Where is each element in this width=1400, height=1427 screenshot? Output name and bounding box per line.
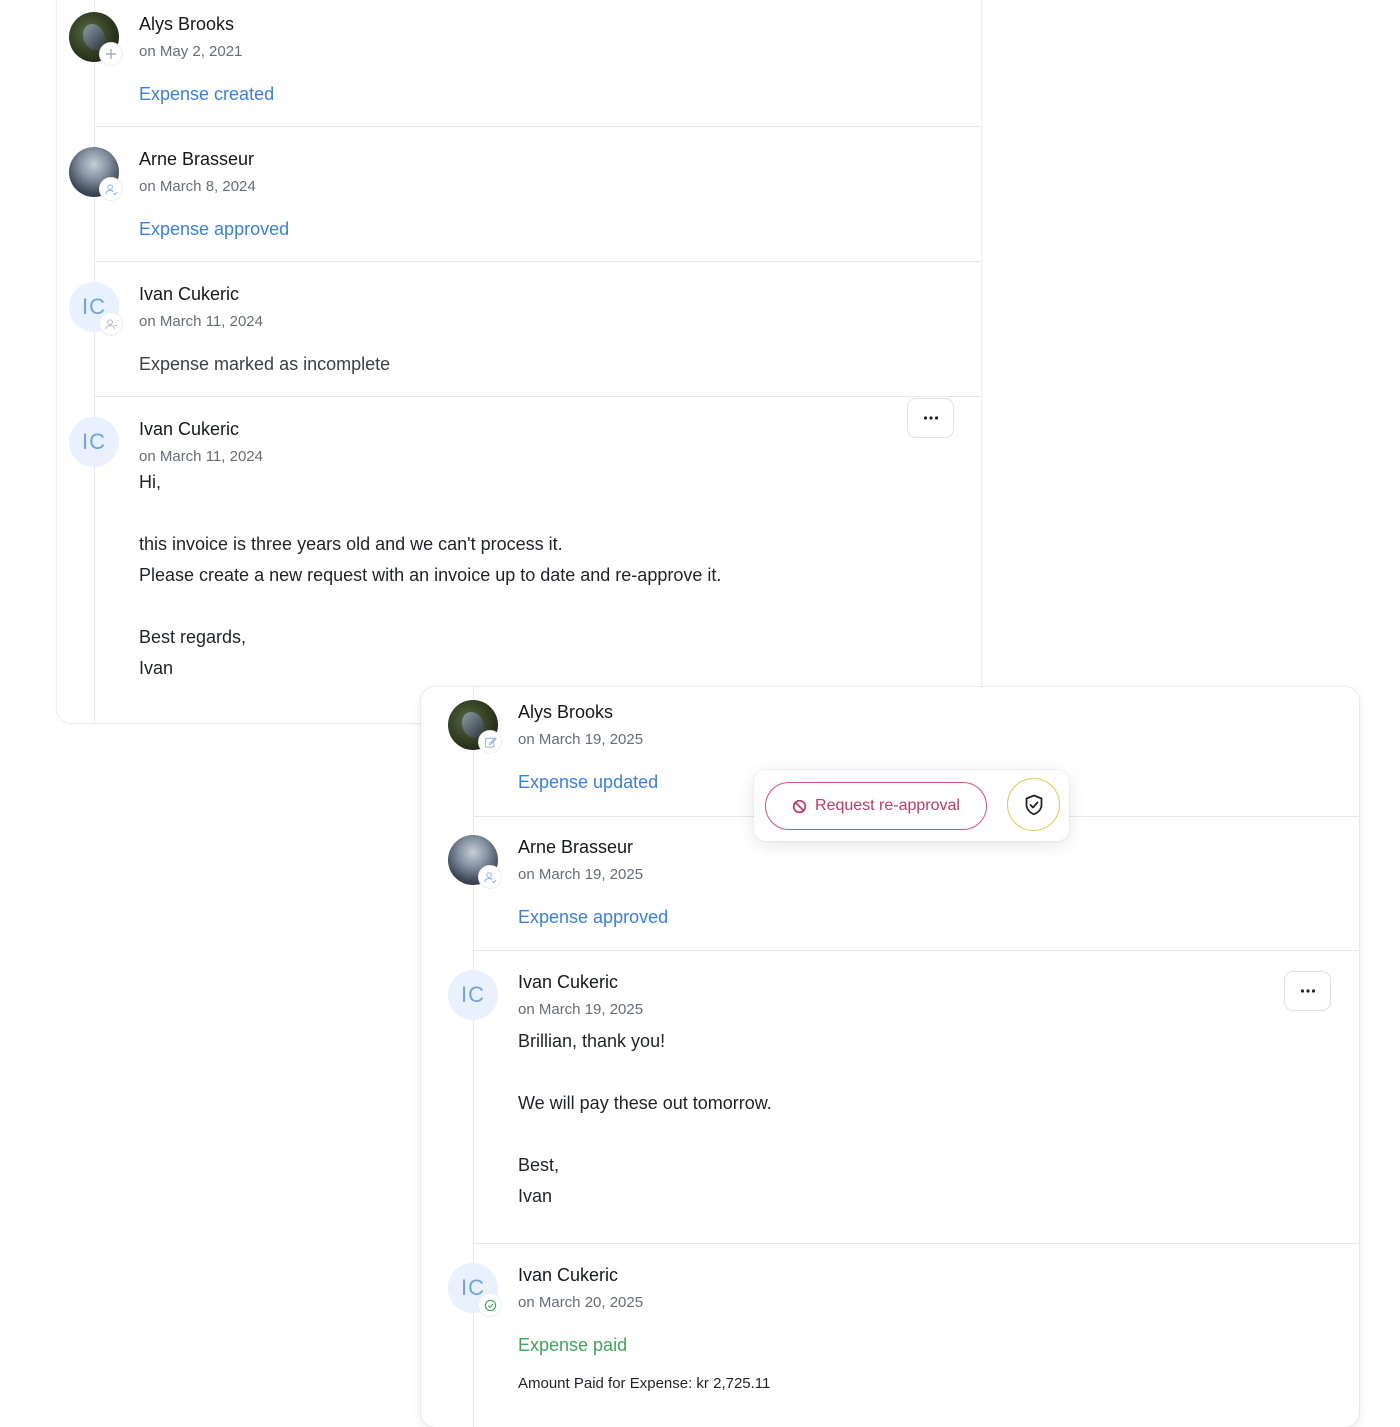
comment-line xyxy=(139,498,721,529)
author-name[interactable]: Ivan Cukeric xyxy=(139,284,239,305)
comment-line: Best regards, xyxy=(139,627,247,647)
comment-line xyxy=(518,1057,772,1088)
user-check-icon xyxy=(478,865,502,889)
comment-line: Please create a new request with an invo… xyxy=(139,565,722,585)
expense-approved-link[interactable]: Expense approved xyxy=(518,907,668,928)
comment-line: Ivan xyxy=(139,658,174,678)
comment-line xyxy=(139,591,721,622)
entry-date: on March 19, 2025 xyxy=(518,731,644,748)
divider xyxy=(473,1243,1359,1244)
reapproval-popover: Request re-approval xyxy=(754,770,1069,841)
more-options-button[interactable] xyxy=(1284,971,1331,1011)
author-name[interactable]: Alys Brooks xyxy=(518,702,613,723)
timeline-comment: IC Ivan Cukeric on March 11, 2024 Hi, th… xyxy=(57,398,981,723)
comment-body: Brillian, thank you! We will pay these o… xyxy=(518,1026,772,1212)
more-horizontal-icon xyxy=(1300,989,1315,993)
timeline-entry: Arne Brasseur on March 8, 2024 Expense a… xyxy=(57,135,981,262)
comment-line: Hi, xyxy=(139,472,161,492)
timeline-entry: Alys Brooks on May 2, 2021 Expense creat… xyxy=(57,0,981,127)
author-name[interactable]: Ivan Cukeric xyxy=(518,1265,618,1286)
comment-line: Best, xyxy=(518,1155,560,1175)
user-icon xyxy=(99,312,123,336)
author-name[interactable]: Arne Brasseur xyxy=(518,837,633,858)
expense-approved-link[interactable]: Expense approved xyxy=(139,219,289,240)
expense-created-link[interactable]: Expense created xyxy=(139,84,274,105)
divider xyxy=(94,261,981,262)
comment-line: this invoice is three years old and we c… xyxy=(139,534,563,554)
divider xyxy=(94,126,981,127)
timeline-entry: IC Ivan Cukeric on March 20, 2025 Expens… xyxy=(436,1251,1359,1421)
check-circle-icon xyxy=(478,1293,502,1317)
entry-date: on May 2, 2021 xyxy=(139,43,243,60)
plus-icon xyxy=(99,42,123,66)
timeline-comment: IC Ivan Cukeric on March 19, 2025 Brilli… xyxy=(436,958,1359,1244)
author-name[interactable]: Arne Brasseur xyxy=(139,149,254,170)
divider xyxy=(473,950,1359,951)
timeline-entry: IC Ivan Cukeric on March 11, 2024 Expens… xyxy=(57,270,981,397)
request-reapproval-button[interactable]: Request re-approval xyxy=(765,782,987,830)
author-name[interactable]: Ivan Cukeric xyxy=(139,419,239,440)
more-horizontal-icon xyxy=(923,416,938,420)
avatar-initials[interactable]: IC xyxy=(69,417,119,467)
comment-line xyxy=(518,1119,772,1150)
comment-body: Hi, this invoice is three years old and … xyxy=(139,467,721,684)
shield-check-icon xyxy=(1025,794,1042,815)
comment-line: We will pay these out tomorrow. xyxy=(518,1093,772,1113)
entry-date: on March 20, 2025 xyxy=(518,1294,644,1311)
user-check-icon xyxy=(99,177,123,201)
avatar-initials[interactable]: IC xyxy=(448,970,498,1020)
request-reapproval-label: Request re-approval xyxy=(815,797,960,814)
status-text: Expense marked as incomplete xyxy=(139,354,391,374)
entry-date: on March 11, 2024 xyxy=(139,313,263,330)
more-options-button[interactable] xyxy=(907,398,954,438)
expense-updated-link[interactable]: Expense updated xyxy=(518,772,658,793)
comment-line: Brillian, thank you! xyxy=(518,1031,666,1051)
divider xyxy=(94,396,981,397)
author-name[interactable]: Alys Brooks xyxy=(139,14,234,35)
approval-shield-button[interactable] xyxy=(1007,778,1060,831)
edit-icon xyxy=(478,730,502,754)
entry-date: on March 19, 2025 xyxy=(518,866,644,883)
entry-date: on March 19, 2025 xyxy=(518,1001,644,1018)
entry-date: on March 11, 2024 xyxy=(139,448,263,465)
expense-paid-link[interactable]: Expense paid xyxy=(518,1335,627,1356)
timeline-entry: Arne Brasseur on March 19, 2025 Expense … xyxy=(436,823,1359,951)
comment-line: Ivan xyxy=(518,1186,553,1206)
ban-icon xyxy=(792,799,807,813)
entry-date: on March 8, 2024 xyxy=(139,178,256,195)
amount-paid-text: Amount Paid for Expense: kr 2,725.11 xyxy=(518,1375,771,1392)
activity-timeline-card: Alys Brooks on May 2, 2021 Expense creat… xyxy=(57,0,981,723)
author-name[interactable]: Ivan Cukeric xyxy=(518,972,618,993)
